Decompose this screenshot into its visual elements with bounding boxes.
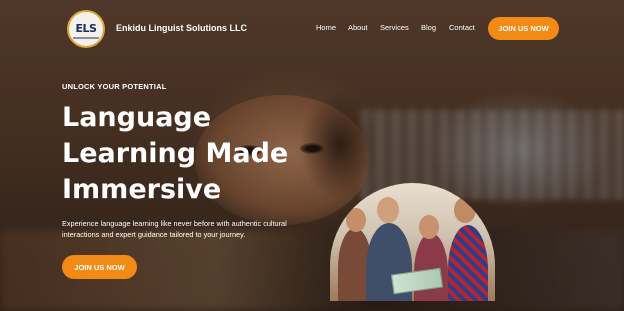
logo-text: ELS [75,22,97,35]
headline-line-2: Learning Made [62,138,289,169]
hero-description: Experience language learning like never … [62,219,287,239]
person-center-head [377,197,399,223]
headline-line-1: Language [62,102,212,133]
person-right-woman-head [419,215,439,239]
person-far-right [448,225,488,301]
nav-home[interactable]: Home [316,23,336,32]
brand-name[interactable]: Enkidu Linguist Solutions LLC [116,23,247,33]
logo[interactable]: ELS [67,10,105,48]
hero-section: ELS Enkidu Linguist Solutions LLC Home A… [0,0,624,311]
nav-about[interactable]: About [348,23,368,32]
hero-headline: Language Learning Made Immersive [62,100,302,208]
person-left-head [346,208,366,232]
nav-services[interactable]: Services [380,23,409,32]
nav-blog[interactable]: Blog [421,23,436,32]
nav-contact[interactable]: Contact [449,23,475,32]
join-us-button-hero[interactable]: JOIN US NOW [62,255,137,279]
headline-line-3: Immersive [62,174,222,205]
site-header: ELS Enkidu Linguist Solutions LLC Home A… [0,0,624,58]
join-us-button-header[interactable]: JOIN US NOW [488,17,559,40]
person-far-right-head [454,197,476,223]
hero-eyebrow: UNLOCK YOUR POTENTIAL [62,82,167,91]
logo-underline [73,37,99,39]
